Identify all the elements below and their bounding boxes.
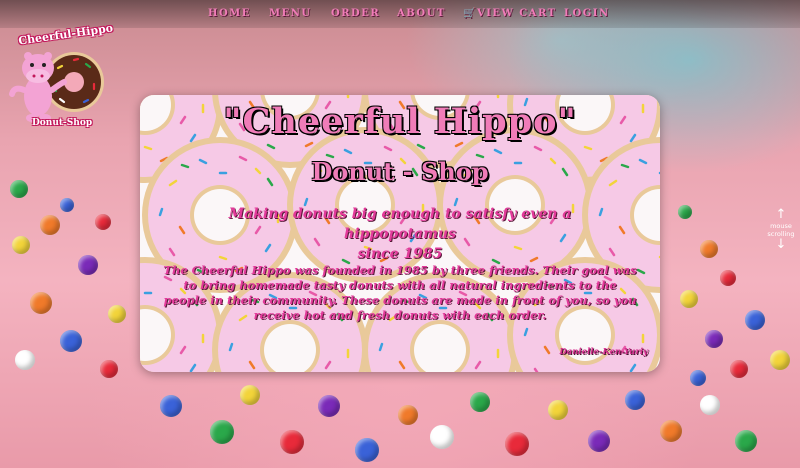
scroll-up-arrow-icon: ↑ bbox=[775, 207, 787, 222]
sprinkle bbox=[700, 240, 718, 258]
sprinkle bbox=[680, 290, 698, 308]
sprinkle bbox=[735, 430, 757, 452]
site-logo[interactable]: Cheerful-Hippo Donut-Shop bbox=[8, 21, 114, 136]
scroll-down-arrow-icon: ↓ bbox=[775, 237, 787, 252]
sprinkle bbox=[705, 330, 723, 348]
nav-menu-link[interactable]: MENU bbox=[269, 8, 312, 19]
sprinkle bbox=[10, 180, 28, 198]
sprinkle bbox=[470, 392, 490, 412]
sprinkle bbox=[690, 370, 706, 386]
authors-signature: Danielle-Ken-Yuriy bbox=[559, 347, 648, 357]
tagline: Making donuts big enough to satisfy even… bbox=[180, 204, 620, 264]
page-subtitle: Donut - Shop bbox=[311, 157, 489, 186]
nav-order-link[interactable]: ORDER bbox=[331, 8, 380, 19]
sprinkle bbox=[700, 395, 720, 415]
sprinkle bbox=[78, 255, 98, 275]
sprinkle bbox=[625, 390, 645, 410]
sprinkle bbox=[660, 420, 682, 442]
sprinkle bbox=[355, 438, 379, 462]
sprinkle bbox=[318, 395, 340, 417]
hippo-donut-logo-icon bbox=[9, 52, 104, 122]
sprinkle bbox=[40, 215, 60, 235]
sprinkle bbox=[548, 400, 568, 420]
page-title: "Cheerful Hippo" bbox=[223, 101, 577, 142]
sprinkle bbox=[678, 205, 692, 219]
sprinkle bbox=[730, 360, 748, 378]
nav-login-link[interactable]: LOGIN bbox=[564, 8, 610, 19]
sprinkle bbox=[280, 430, 304, 454]
hero-card: "Cheerful Hippo" Donut - Shop Making don… bbox=[140, 95, 660, 372]
nav-home-link[interactable]: HOME bbox=[208, 8, 251, 19]
sprinkle bbox=[95, 214, 111, 230]
sprinkle bbox=[60, 330, 82, 352]
sprinkle bbox=[240, 385, 260, 405]
sprinkle bbox=[60, 198, 74, 212]
sprinkle bbox=[720, 270, 736, 286]
sprinkle bbox=[770, 350, 790, 370]
nav-view-cart-link[interactable]: 🛒VIEW CART bbox=[463, 8, 557, 19]
sprinkle bbox=[210, 420, 234, 444]
sprinkle bbox=[12, 236, 30, 254]
nav-about-link[interactable]: ABOUT bbox=[397, 8, 446, 19]
top-nav: HOME MENU ORDER ABOUT 🛒VIEW CART LOGIN bbox=[0, 0, 800, 28]
tagline-line-2: since 1985 bbox=[357, 246, 443, 262]
scroll-label-line-1: mouse bbox=[770, 222, 792, 230]
sprinkle bbox=[430, 425, 454, 449]
sprinkle bbox=[745, 310, 765, 330]
logo-bottom-text: Donut-Shop bbox=[32, 118, 93, 128]
sprinkle bbox=[30, 292, 52, 314]
sprinkle bbox=[588, 430, 610, 452]
sprinkle bbox=[100, 360, 118, 378]
sprinkle bbox=[160, 395, 182, 417]
about-paragraph: The Cheerful Hippo was founded in 1985 b… bbox=[163, 263, 637, 322]
sprinkle bbox=[398, 405, 418, 425]
sprinkle bbox=[108, 305, 126, 323]
sprinkle bbox=[15, 350, 35, 370]
sprinkle bbox=[505, 432, 529, 456]
mouse-scrolling-hint: ↑ mouse scrolling ↓ bbox=[766, 208, 796, 252]
tagline-line-1: Making donuts big enough to satisfy even… bbox=[228, 206, 572, 242]
